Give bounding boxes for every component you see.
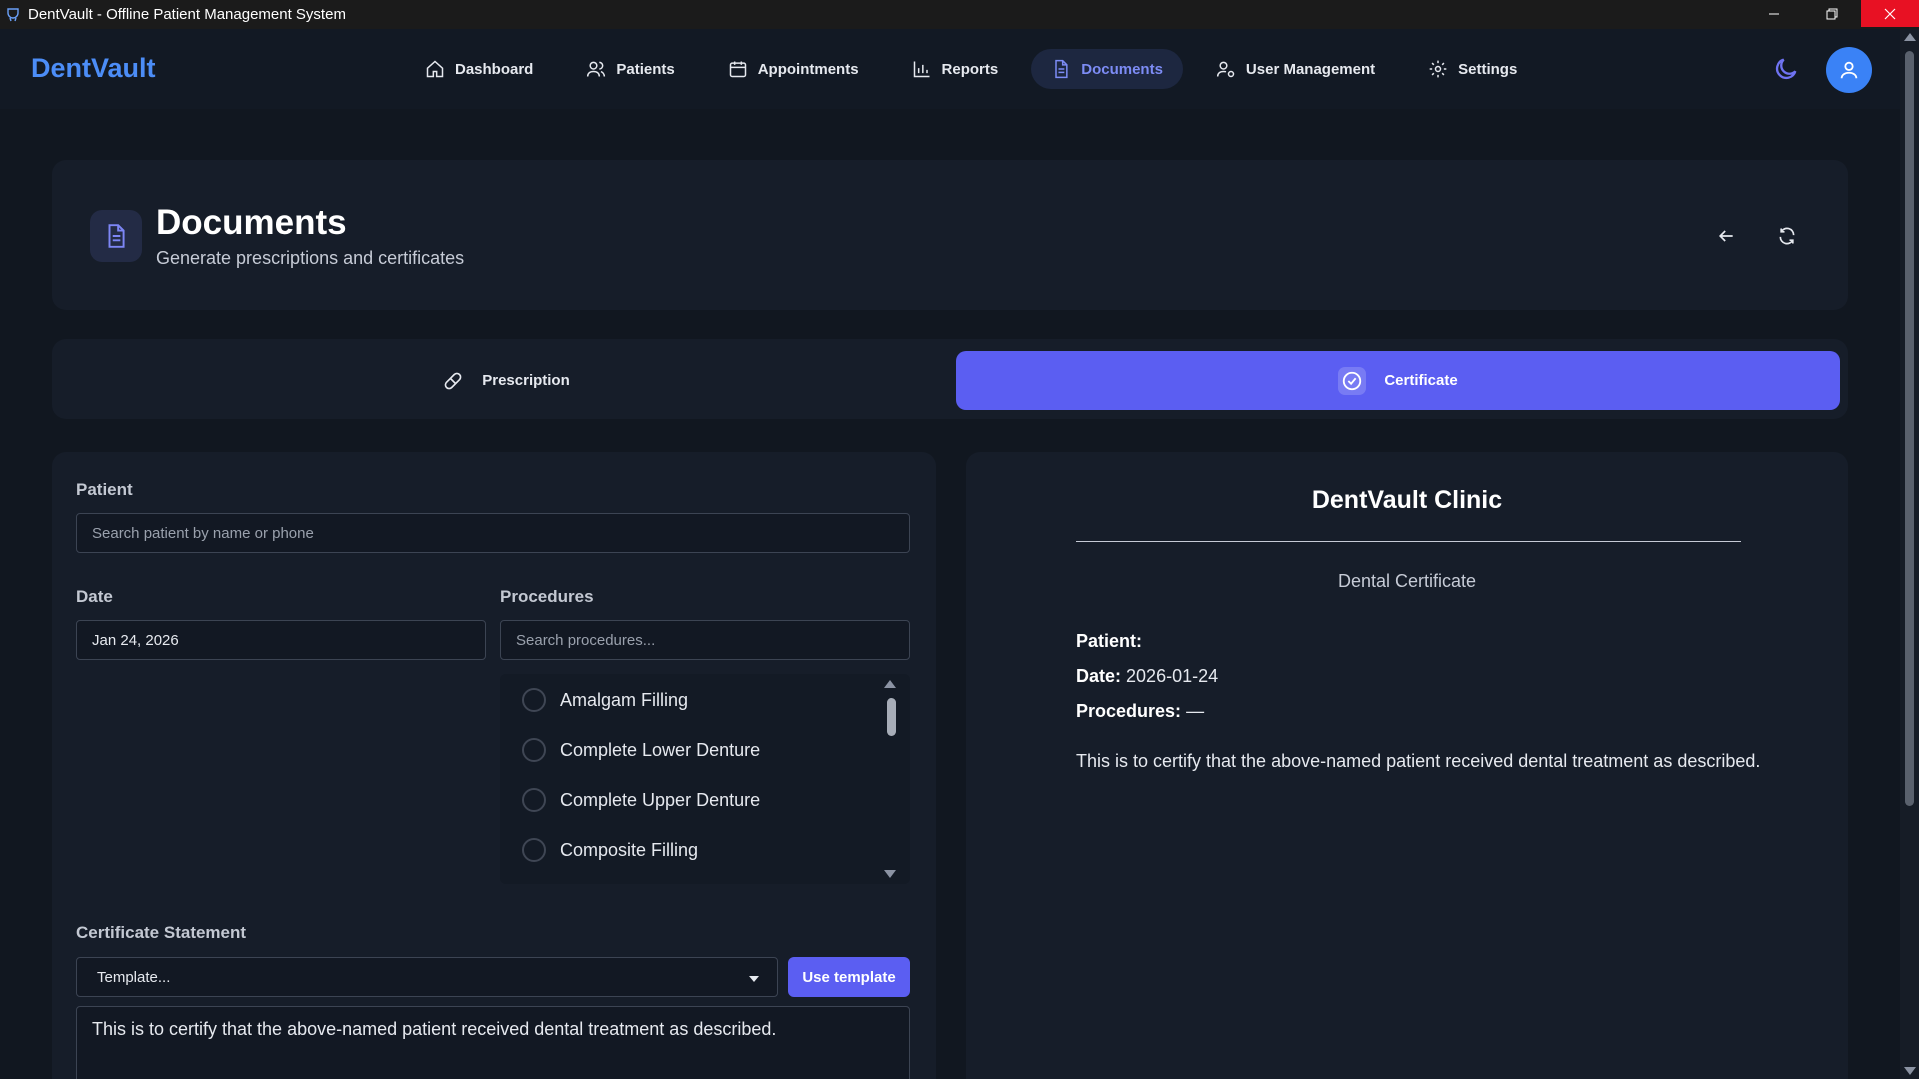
procedures-label: Procedures [500, 587, 594, 606]
nav-item-label: Patients [616, 60, 675, 78]
procedure-label: Composite Filling [560, 839, 699, 860]
preview-procedures-value: — [1186, 701, 1205, 721]
preview-date-label: Date: [1076, 666, 1122, 686]
scroll-up-arrow[interactable] [1904, 33, 1916, 41]
calendar-icon [729, 61, 746, 78]
app-icon [7, 7, 19, 21]
refresh-button[interactable] [1773, 222, 1801, 250]
preview-date-value: 2026-01-24 [1126, 666, 1219, 686]
nav-item-label: Reports [941, 60, 999, 78]
list-scrollbar-thumb[interactable] [887, 698, 896, 736]
procedure-label: Complete Lower Denture [560, 739, 761, 760]
preview-body-text: This is to certify that the above-named … [1076, 751, 1761, 771]
avatar[interactable] [1826, 47, 1872, 93]
nav-item-label: User Management [1245, 60, 1376, 78]
procedures-list: Amalgam Filling Complete Lower Denture C… [500, 674, 910, 884]
preview-date-line: Date: 2026-01-24 [1076, 666, 1218, 687]
document-icon [90, 210, 142, 262]
procedure-checkbox[interactable] [522, 788, 546, 812]
preview-patient-label: Patient: [1076, 631, 1143, 651]
minimize-button[interactable] [1745, 0, 1803, 27]
nav-item-label: Settings [1458, 60, 1518, 78]
page-subtitle: Generate prescriptions and certificates [156, 248, 465, 268]
preview-patient-line: Patient: [1076, 631, 1142, 652]
procedures-search-input[interactable]: Search procedures... [500, 620, 910, 660]
brand-logo[interactable]: DentVault [31, 53, 156, 84]
nav-menu: Dashboard Patients Appointments Reports … [405, 49, 1550, 89]
use-template-button[interactable]: Use template [788, 957, 910, 997]
gear-icon [1429, 60, 1447, 78]
preview-procedures-label: Procedures: [1076, 701, 1182, 721]
user-gear-icon [1216, 61, 1235, 78]
document-type-title: Dental Certificate [1337, 571, 1477, 591]
window-titlebar: DentVault - Offline Patient Management S… [0, 0, 1919, 29]
refresh-icon [1779, 227, 1795, 245]
procedure-label: Complete Upper Denture [560, 789, 761, 810]
close-icon [1884, 8, 1896, 19]
close-button[interactable] [1861, 0, 1919, 27]
date-label: Date [76, 587, 113, 606]
restore-icon [1826, 8, 1838, 19]
nav-item-dashboard[interactable]: Dashboard [405, 49, 553, 89]
list-scroll-up-arrow[interactable] [884, 680, 896, 688]
minimize-icon [1769, 13, 1779, 14]
tab-label: Certificate [1384, 372, 1458, 389]
restore-button[interactable] [1803, 0, 1861, 27]
home-icon [426, 60, 444, 78]
procedure-label: Amalgam Filling [560, 689, 689, 710]
nav-item-label: Documents [1081, 60, 1163, 78]
users-icon [587, 61, 606, 77]
nav-item-settings[interactable]: Settings [1408, 49, 1537, 89]
scrollbar-thumb[interactable] [1905, 51, 1914, 806]
bar-chart-icon [913, 61, 930, 78]
check-circle-icon [1338, 366, 1367, 395]
patient-search-input[interactable]: Search patient by name or phone [76, 513, 910, 553]
page-header-card: Documents Generate prescriptions and cer… [52, 160, 1848, 310]
clinic-name: DentVault Clinic [1311, 486, 1503, 514]
nav-item-appointments[interactable]: Appointments [708, 49, 879, 89]
page-title: Documents [156, 203, 347, 242]
document-type-tabs: Prescription Certificate [52, 339, 1848, 419]
nav-item-documents[interactable]: Documents [1031, 49, 1183, 89]
window-title: DentVault - Offline Patient Management S… [28, 6, 346, 23]
pill-icon [444, 372, 462, 389]
patient-label: Patient [76, 480, 133, 499]
template-select-value: Template... [97, 968, 171, 986]
user-icon [1840, 61, 1858, 79]
scroll-down-arrow[interactable] [1904, 1067, 1916, 1075]
nav-item-label: Dashboard [455, 60, 534, 78]
procedure-checkbox[interactable] [522, 738, 546, 762]
document-icon [1055, 59, 1068, 79]
moon-icon[interactable] [1772, 55, 1800, 83]
preview-procedures-line: Procedures: — [1076, 701, 1204, 722]
list-scroll-down-arrow[interactable] [884, 870, 896, 878]
certificate-form-card: Patient Search patient by name or phone … [52, 452, 936, 1079]
list-item[interactable]: Amalgam Filling [522, 688, 688, 712]
procedure-checkbox[interactable] [522, 688, 546, 712]
date-input[interactable]: Jan 24, 2026 [76, 620, 486, 660]
caret-down-icon [749, 976, 759, 982]
certificate-statement-textarea[interactable]: This is to certify that the above-named … [76, 1006, 910, 1079]
nav-item-reports[interactable]: Reports [892, 49, 1019, 89]
nav-item-label: Appointments [757, 60, 859, 78]
certificate-statement-label: Certificate Statement [76, 923, 247, 942]
back-button[interactable] [1712, 222, 1740, 250]
arrow-left-icon [1718, 230, 1733, 242]
procedure-checkbox[interactable] [522, 838, 546, 862]
tab-prescription[interactable]: Prescription [64, 351, 948, 410]
top-navbar: DentVault Dashboard Patients Appointment… [0, 29, 1900, 109]
tab-label: Prescription [482, 372, 570, 389]
nav-item-user-management[interactable]: User Management [1196, 49, 1395, 89]
page-scrollbar[interactable] [1900, 29, 1919, 1079]
template-select[interactable]: Template... [76, 957, 778, 997]
list-item[interactable]: Complete Lower Denture [522, 738, 760, 762]
nav-item-patients[interactable]: Patients [566, 49, 694, 89]
tab-certificate[interactable]: Certificate [956, 351, 1840, 410]
list-item[interactable]: Complete Upper Denture [522, 788, 760, 812]
divider [1076, 541, 1741, 542]
list-item[interactable]: Composite Filling [522, 838, 698, 862]
certificate-preview-card: DentVault Clinic Dental Certificate Pati… [966, 452, 1848, 1079]
